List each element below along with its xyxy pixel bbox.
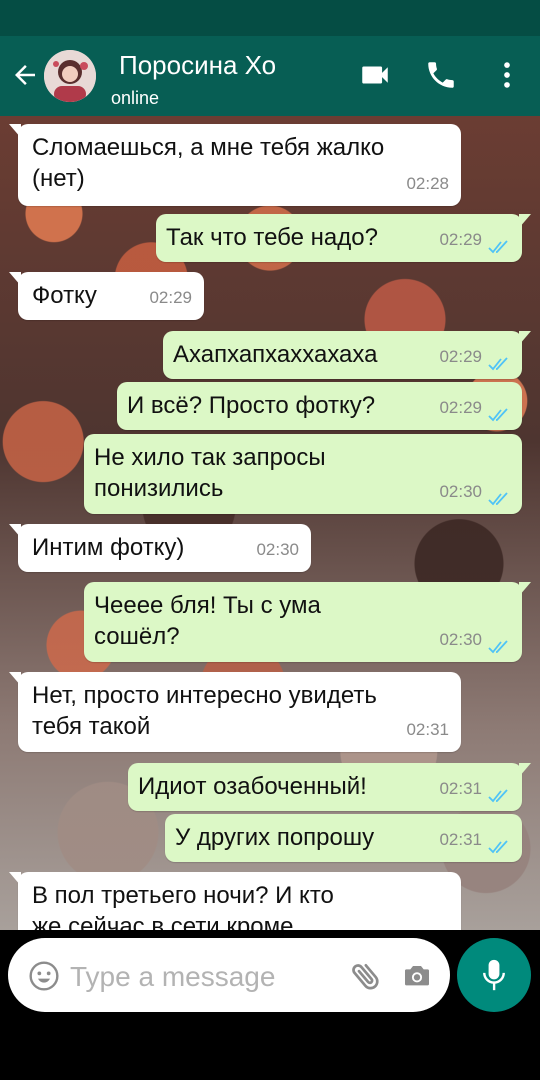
double-check-icon [488, 640, 508, 654]
message-text: Сломаешься, а мне тебя жалко (нет) [32, 132, 384, 194]
chat-background[interactable]: Сломаешься, а мне тебя жалко (нет) 02:28… [0, 116, 540, 930]
bubble-tail [9, 872, 21, 886]
message-incoming[interactable]: Фотку 02:29 [9, 272, 204, 320]
message-input[interactable] [68, 956, 332, 998]
avatar-photo [44, 50, 96, 102]
message-line: В пол третьего ночи? И кто [32, 882, 334, 909]
double-check-icon [488, 357, 508, 371]
message-text: Нет, просто интересно увидеть тебя такой [32, 680, 377, 742]
message-time: 02:31 [439, 779, 482, 798]
message-line: тебя такой [32, 713, 151, 740]
message-line: Нет, просто интересно увидеть [32, 682, 377, 709]
double-check-icon [488, 240, 508, 254]
message-outgoing[interactable]: Ахапхапхаххахаха 02:29 [163, 331, 531, 379]
phone-icon[interactable] [424, 58, 458, 92]
message-line: же сейчас в сети кроме [32, 913, 294, 930]
double-check-icon [488, 408, 508, 422]
bubble-tail [519, 331, 531, 345]
message-time: 02:31 [439, 830, 482, 849]
message-time: 02:30 [439, 630, 482, 649]
bubble-tail [9, 272, 21, 286]
message-line: Сломаешься, а мне тебя жалко [32, 134, 385, 161]
avatar[interactable] [44, 50, 96, 102]
double-check-icon [488, 492, 508, 506]
message-line: Не хило так запросы [94, 444, 326, 471]
bubble-tail [519, 763, 531, 777]
message-incoming[interactable]: В пол третьего ночи? И кто же сейчас в с… [9, 872, 461, 930]
message-line: понизились [94, 475, 224, 502]
message-line: (нет) [32, 165, 85, 192]
message-line: Чееее бля! Ты с ума [94, 592, 321, 619]
message-time: 02:30 [439, 482, 482, 501]
message-outgoing[interactable]: Идиот озабоченный! 02:31 [128, 763, 531, 811]
bubble-tail [9, 524, 21, 538]
system-nav-bar [0, 1020, 540, 1080]
camera-icon[interactable] [400, 960, 434, 992]
message-text: У других попрошу [175, 824, 375, 851]
message-time: 02:31 [406, 720, 449, 739]
message-time: 02:30 [256, 540, 299, 559]
microphone-icon [483, 959, 505, 991]
message-text: Чееее бля! Ты с ума сошёл? [94, 590, 321, 652]
paperclip-icon[interactable] [348, 958, 384, 994]
message-incoming[interactable]: Интим фотку) 02:30 [9, 524, 311, 572]
chat-header: Поросина Хо online [0, 36, 540, 116]
message-text: Интим фотку) [32, 534, 185, 561]
message-composer[interactable] [8, 938, 450, 1012]
bubble-tail [9, 672, 21, 686]
message-outgoing[interactable]: Не хило так запросы понизились 02:30 [84, 434, 522, 514]
microphone-button[interactable] [457, 938, 531, 1012]
message-text: Ахапхапхаххахаха [173, 341, 378, 368]
message-time: 02:29 [439, 398, 482, 417]
message-text: В пол третьего ночи? И кто же сейчас в с… [32, 880, 334, 930]
message-outgoing[interactable]: У других попрошу 02:31 [165, 814, 522, 862]
message-text: Фотку [32, 282, 97, 309]
bubble-tail [519, 214, 531, 228]
message-text: И всё? Просто фотку? [127, 392, 376, 419]
more-vertical-icon[interactable] [490, 58, 524, 92]
message-text: Не хило так запросы понизились [94, 442, 326, 504]
double-check-icon [488, 840, 508, 854]
arrow-left-icon[interactable] [10, 60, 40, 90]
bubble-tail [9, 124, 21, 138]
status-bar [0, 0, 540, 36]
message-time: 02:28 [406, 174, 449, 193]
message-outgoing[interactable]: И всё? Просто фотку? 02:29 [117, 382, 522, 430]
message-time: 02:29 [439, 230, 482, 249]
message-incoming[interactable]: Сломаешься, а мне тебя жалко (нет) 02:28 [9, 124, 461, 206]
bubble-tail [519, 582, 531, 596]
double-check-icon [488, 789, 508, 803]
contact-status: online [111, 88, 160, 108]
emoji-icon[interactable] [28, 960, 60, 992]
message-line: сошёл? [94, 623, 180, 650]
composer-bar [0, 930, 540, 1020]
message-outgoing[interactable]: Чееее бля! Ты с ума сошёл? 02:30 [84, 582, 531, 662]
message-time: 02:29 [439, 347, 482, 366]
message-outgoing[interactable]: Так что тебе надо? 02:29 [156, 214, 531, 262]
message-time: 02:29 [149, 288, 192, 307]
message-text: Идиот озабоченный! [138, 773, 367, 800]
contact-name[interactable]: Поросина Хо [119, 50, 276, 80]
message-incoming[interactable]: Нет, просто интересно увидеть тебя такой… [9, 672, 461, 752]
message-text: Так что тебе надо? [166, 224, 378, 251]
video-camera-icon[interactable] [358, 58, 392, 92]
